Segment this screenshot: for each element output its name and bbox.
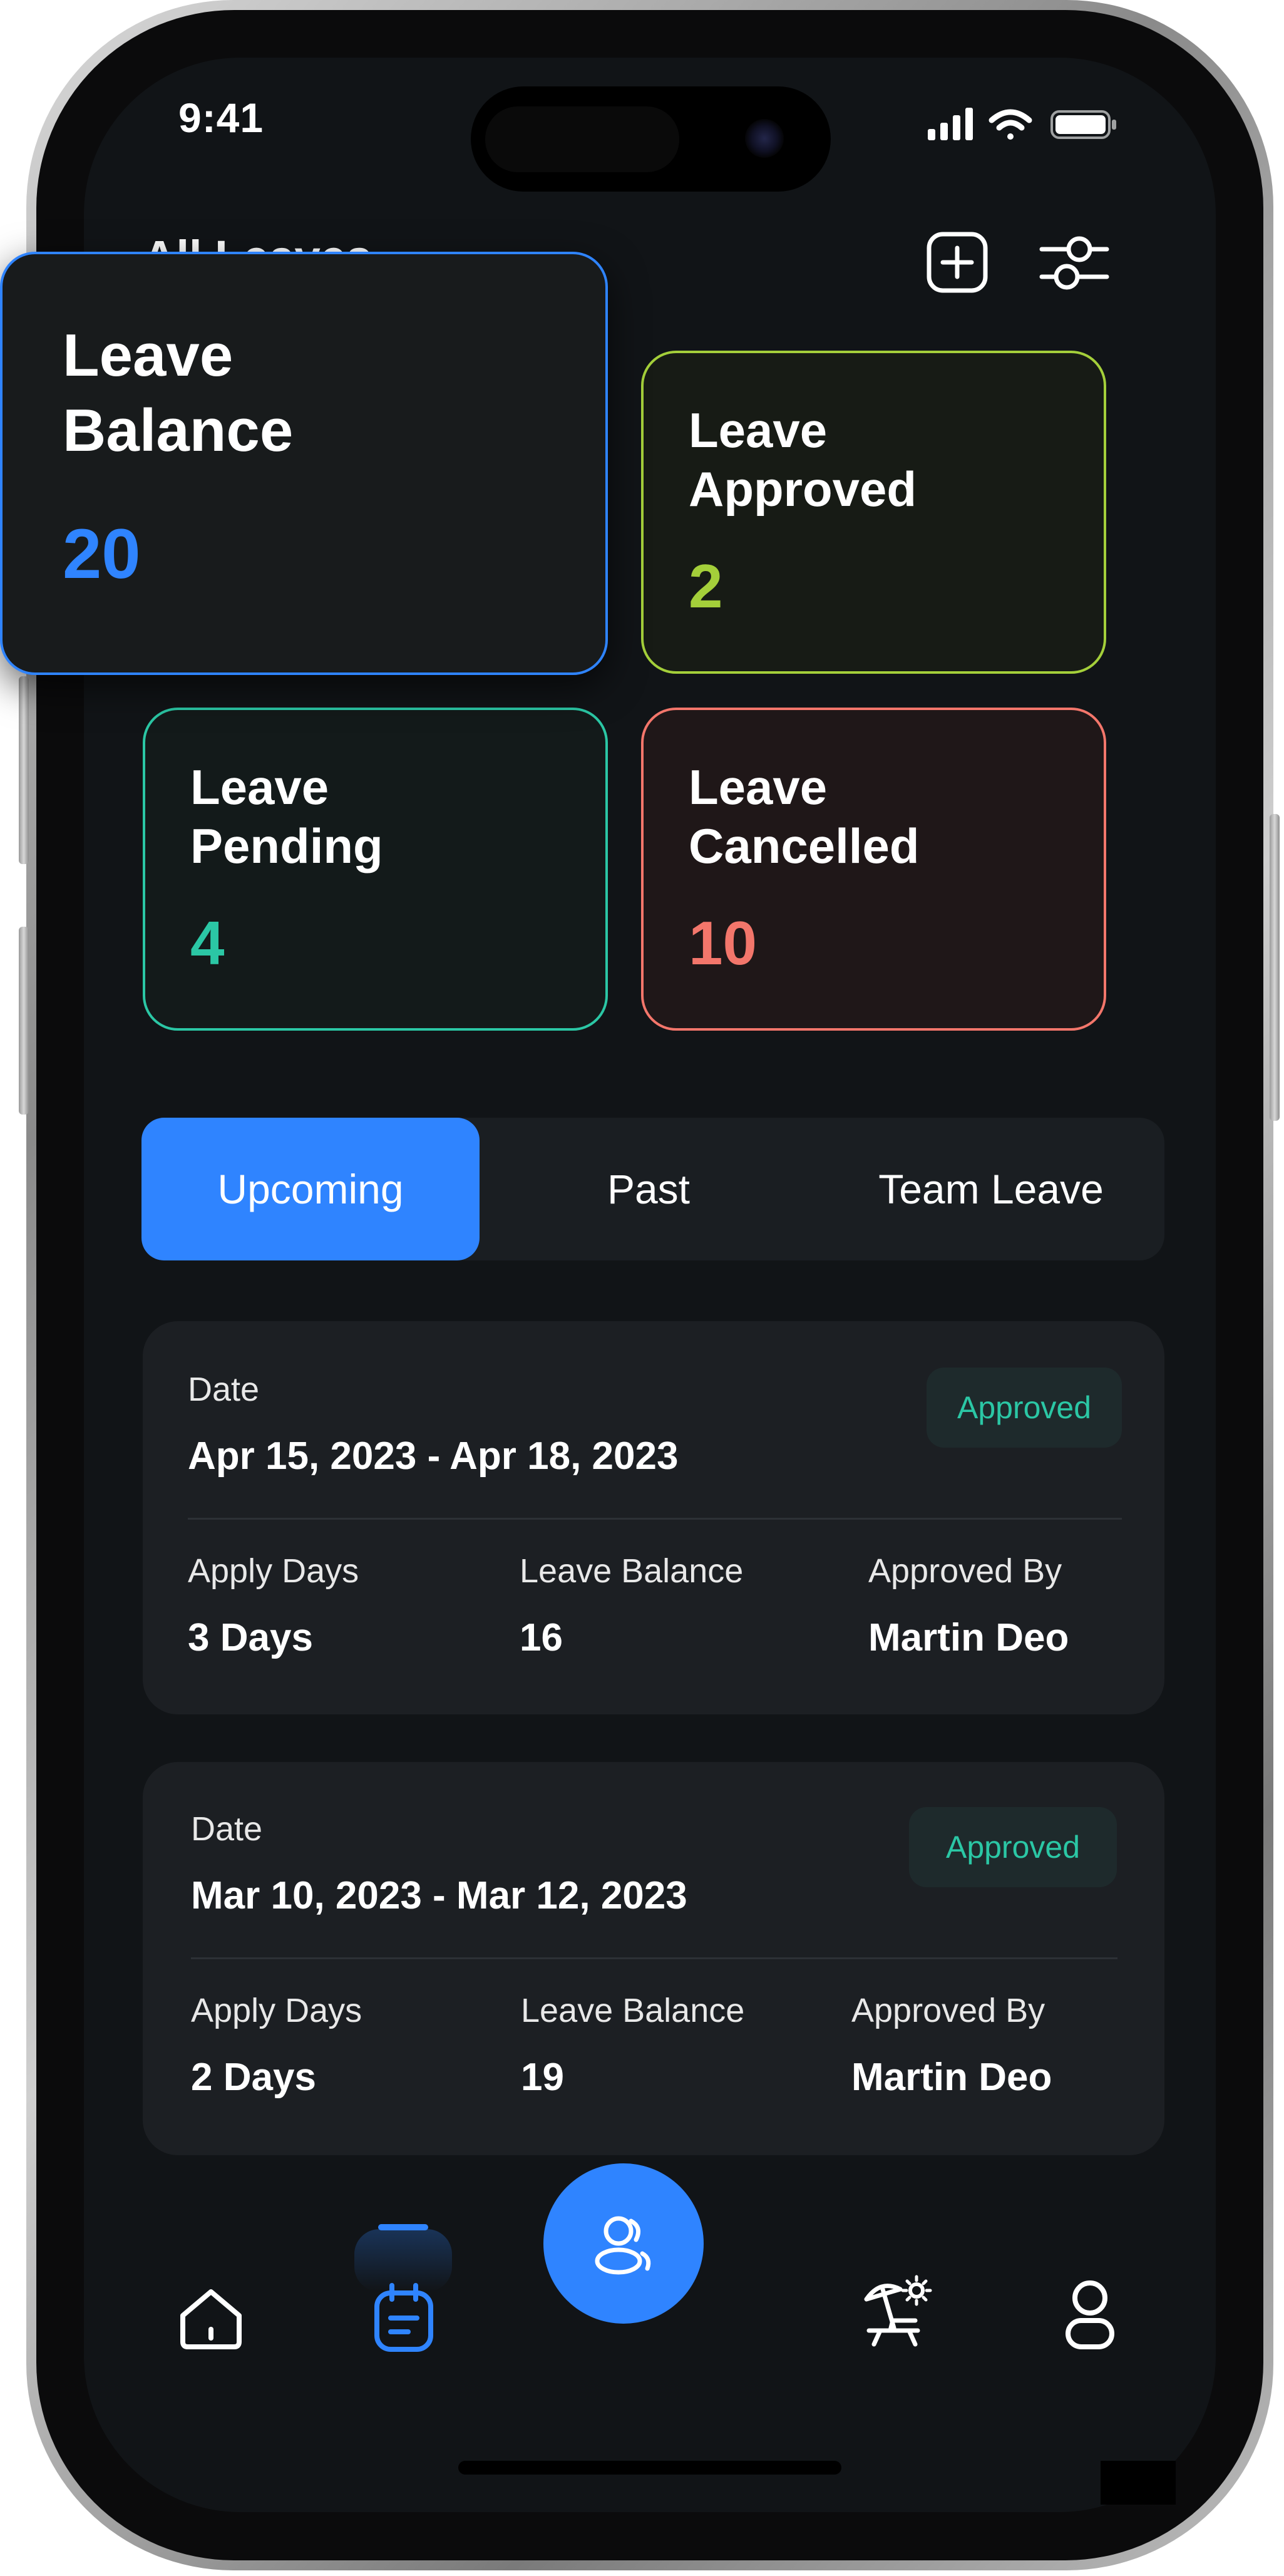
leave-pending-card[interactable]: Leave Pending 4	[143, 708, 608, 1031]
apply-days-value: 2 Days	[191, 2056, 316, 2099]
nav-leaves[interactable]	[363, 2277, 444, 2358]
approved-by-label: Approved By	[868, 1552, 1062, 1590]
card-title-line1: Leave	[190, 760, 329, 815]
team-icon	[595, 2216, 651, 2275]
approved-by-label: Approved By	[851, 1992, 1045, 2029]
leave-approved-card[interactable]: Leave Approved 2	[641, 351, 1106, 674]
status-icons	[928, 108, 1116, 140]
add-leave-button[interactable]	[923, 228, 992, 297]
holiday-icon	[864, 2275, 932, 2347]
volume-up-button	[19, 676, 29, 864]
battery-icon	[1050, 110, 1116, 139]
leave-balance-label: Leave Balance	[521, 1992, 745, 2029]
divider	[188, 1518, 1122, 1520]
approved-by-value: Martin Deo	[868, 1616, 1069, 1659]
signal-icon	[928, 108, 973, 140]
card-title-line2: Pending	[190, 818, 383, 873]
card-title-line1: Leave	[689, 403, 828, 458]
power-button	[1270, 814, 1280, 1121]
tab-past[interactable]: Past	[480, 1118, 818, 1260]
nav-holidays[interactable]	[855, 2270, 937, 2352]
wifi-icon	[989, 109, 1032, 140]
front-camera	[745, 119, 784, 158]
card-value: 2	[689, 552, 723, 621]
tab-team-leave[interactable]: Team Leave	[818, 1118, 1164, 1260]
calendar-icon	[374, 2283, 433, 2352]
leave-balance-label: Leave Balance	[520, 1552, 744, 1590]
leave-balance-card[interactable]: Leave Balance 20	[0, 252, 608, 675]
dynamic-island-sensor	[485, 106, 679, 172]
tab-upcoming[interactable]: Upcoming	[141, 1118, 480, 1260]
profile-icon	[1066, 2280, 1114, 2349]
card-value: 10	[689, 909, 758, 977]
home-indicator	[458, 2461, 841, 2475]
card-title-line2: Approved	[689, 461, 917, 517]
apply-days-label: Apply Days	[191, 1992, 362, 2029]
nav-active-indicator	[378, 2224, 428, 2230]
card-title-line2: Balance	[63, 397, 294, 464]
leave-balance-value: 19	[521, 2056, 564, 2099]
status-time: 9:41	[178, 95, 264, 141]
nav-home[interactable]	[170, 2277, 252, 2358]
plus-square-icon	[927, 232, 988, 293]
approved-by-value: Martin Deo	[851, 2056, 1052, 2099]
leave-balance-value: 16	[520, 1616, 563, 1659]
divider	[191, 1957, 1117, 1959]
screen-corner-artifact	[1101, 2461, 1176, 2505]
sliders-icon	[1039, 236, 1109, 290]
card-value: 20	[63, 515, 141, 593]
status-badge: Approved	[927, 1368, 1122, 1448]
date-label: Date	[188, 1371, 260, 1408]
date-label: Date	[191, 1810, 263, 1848]
nav-profile[interactable]	[1049, 2273, 1131, 2354]
filter-button[interactable]	[1037, 228, 1112, 297]
status-badge: Approved	[909, 1807, 1117, 1887]
apply-days-value: 3 Days	[188, 1616, 313, 1659]
home-icon	[180, 2289, 242, 2349]
card-title-line1: Leave	[689, 760, 828, 815]
card-title-line2: Cancelled	[689, 818, 920, 873]
volume-down-button	[19, 927, 29, 1115]
leave-cancelled-card[interactable]: Leave Cancelled 10	[641, 708, 1106, 1031]
team-fab-button[interactable]	[543, 2163, 704, 2324]
apply-days-label: Apply Days	[188, 1552, 359, 1590]
card-title-line1: Leave	[63, 322, 234, 389]
date-range: Mar 10, 2023 - Mar 12, 2023	[191, 1874, 687, 1917]
date-range: Apr 15, 2023 - Apr 18, 2023	[188, 1435, 679, 1478]
card-value: 4	[190, 909, 225, 977]
